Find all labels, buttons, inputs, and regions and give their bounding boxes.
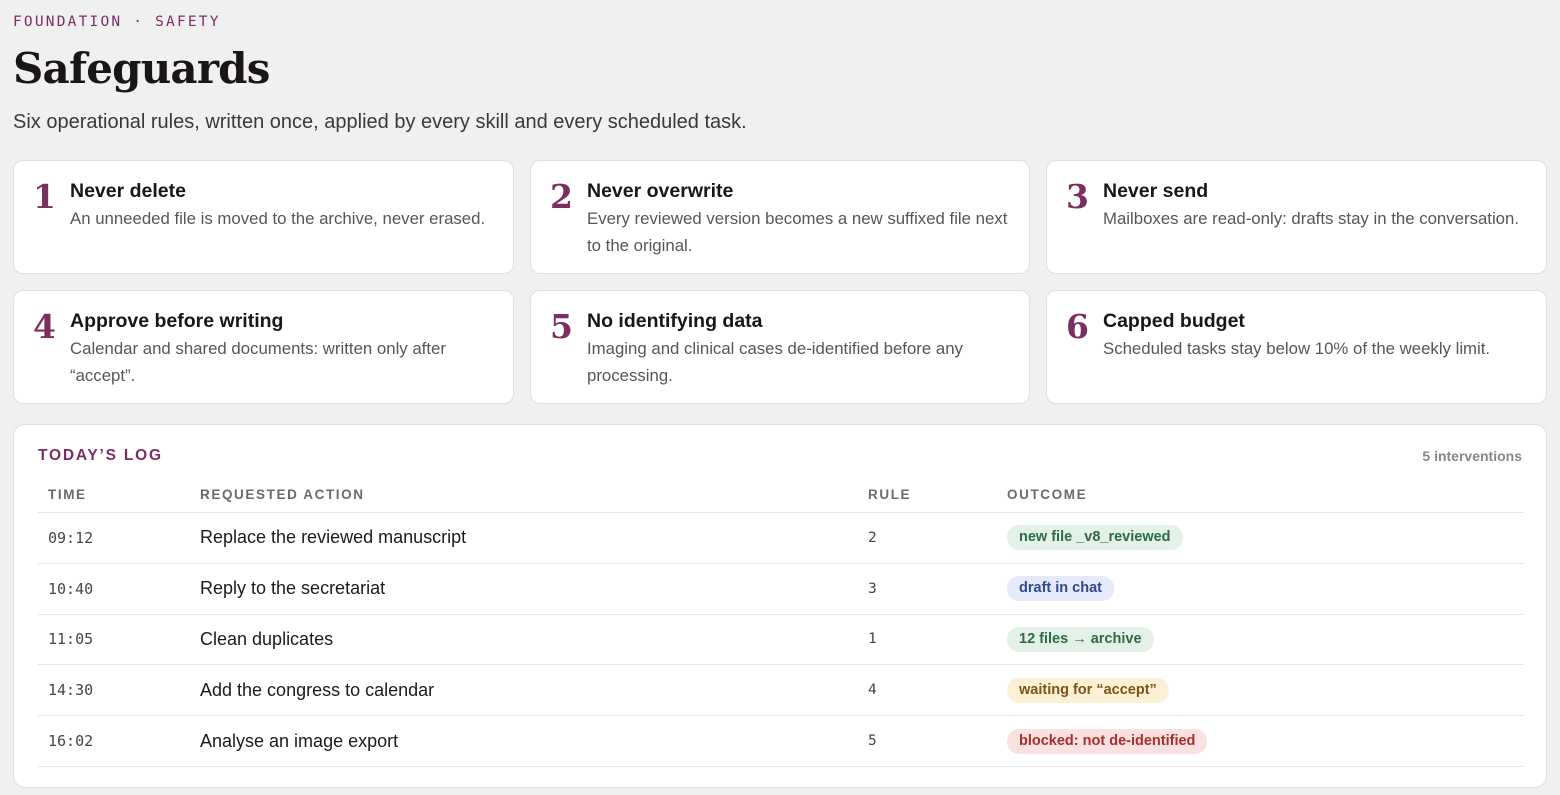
cell-action: Clean duplicates <box>200 628 334 649</box>
rule-card-no-identifying-data: 5 No identifying data Imaging and clinic… <box>530 290 1030 404</box>
outcome-badge: new file _v8_reviewed <box>1007 525 1183 551</box>
rule-title: Capped budget <box>1103 310 1245 332</box>
rule-title: Never overwrite <box>587 180 734 202</box>
rule-title: No identifying data <box>587 310 763 332</box>
rules-grid: 1 Never delete An unneeded file is moved… <box>13 160 1547 404</box>
cell-action: Add the congress to calendar <box>200 679 435 700</box>
cell-time: 10:40 <box>48 579 94 598</box>
cell-rule: 4 <box>868 682 877 699</box>
rule-number: 5 <box>550 307 573 346</box>
rule-card-never-overwrite: 2 Never overwrite Every reviewed version… <box>530 160 1030 274</box>
cell-rule: 2 <box>868 529 877 546</box>
rule-number: 3 <box>1066 177 1089 216</box>
rule-title: Never delete <box>70 180 186 202</box>
cell-action: Replace the reviewed manuscript <box>200 527 467 548</box>
cell-action: Analyse an image export <box>200 730 399 751</box>
rule-description: Imaging and clinical cases de-identified… <box>587 339 963 385</box>
rule-card-approve-before-writing: 4 Approve before writing Calendar and sh… <box>13 290 514 404</box>
column-header-outcome: OUTCOME <box>1007 487 1088 502</box>
log-title: TODAY’S LOG <box>38 447 163 464</box>
cell-rule: 1 <box>868 631 877 648</box>
table-row: 16:02 Analyse an image export 5 blocked:… <box>38 716 1524 767</box>
rule-title: Approve before writing <box>70 310 284 332</box>
log-count-badge: 5 interventions <box>1422 448 1522 464</box>
column-header-action: REQUESTED ACTION <box>200 487 365 502</box>
log-table: TIME REQUESTED ACTION RULE OUTCOME 09:12… <box>38 477 1524 767</box>
rule-description: An unneeded file is moved to the archive… <box>70 209 486 228</box>
rule-description: Calendar and shared documents: written o… <box>70 339 446 385</box>
todays-log-panel: TODAY’S LOG 5 interventions TIME REQUEST… <box>13 424 1547 788</box>
rule-description: Every reviewed version becomes a new suf… <box>587 209 1008 255</box>
table-row: 11:05 Clean duplicates 1 12 files → arch… <box>38 615 1524 666</box>
rule-card-never-delete: 1 Never delete An unneeded file is moved… <box>13 160 514 274</box>
eyebrow-breadcrumb: FOUNDATION · SAFETY <box>13 14 221 30</box>
log-table-header: TIME REQUESTED ACTION RULE OUTCOME <box>38 477 1524 513</box>
cell-rule: 5 <box>868 733 877 750</box>
outcome-badge: blocked: not de-identified <box>1007 728 1208 754</box>
page-subtitle: Six operational rules, written once, app… <box>13 111 747 133</box>
rule-number: 1 <box>33 177 56 216</box>
rule-number: 4 <box>33 307 56 346</box>
rule-card-never-send: 3 Never send Mailboxes are read-only: dr… <box>1046 160 1547 274</box>
cell-action: Reply to the secretariat <box>200 578 386 599</box>
cell-time: 16:02 <box>48 732 94 751</box>
table-row: 14:30 Add the congress to calendar 4 wai… <box>38 665 1524 717</box>
cell-time: 14:30 <box>48 681 94 700</box>
rule-description: Mailboxes are read-only: drafts stay in … <box>1103 209 1520 228</box>
column-header-rule: RULE <box>868 487 912 502</box>
outcome-badge: 12 files → archive <box>1007 626 1154 652</box>
cell-time: 09:12 <box>48 528 94 547</box>
rule-title: Never send <box>1103 180 1209 202</box>
outcome-badge: draft in chat <box>1007 576 1114 602</box>
cell-rule: 3 <box>868 580 877 597</box>
table-row: 09:12 Replace the reviewed manuscript 2 … <box>38 513 1524 564</box>
rule-card-capped-budget: 6 Capped budget Scheduled tasks stay bel… <box>1046 290 1547 404</box>
rule-number: 6 <box>1066 307 1089 346</box>
outcome-badge: waiting for “accept” <box>1007 677 1169 703</box>
rule-description: Scheduled tasks stay below 10% of the we… <box>1103 339 1491 358</box>
cell-time: 11:05 <box>48 630 94 649</box>
table-row: 10:40 Reply to the secretariat 3 draft i… <box>38 564 1524 615</box>
safeguards-page: FOUNDATION · SAFETY Safeguards Six opera… <box>0 0 1560 795</box>
column-header-time: TIME <box>48 487 87 502</box>
rule-number: 2 <box>550 177 573 216</box>
page-title: Safeguards <box>13 44 270 93</box>
